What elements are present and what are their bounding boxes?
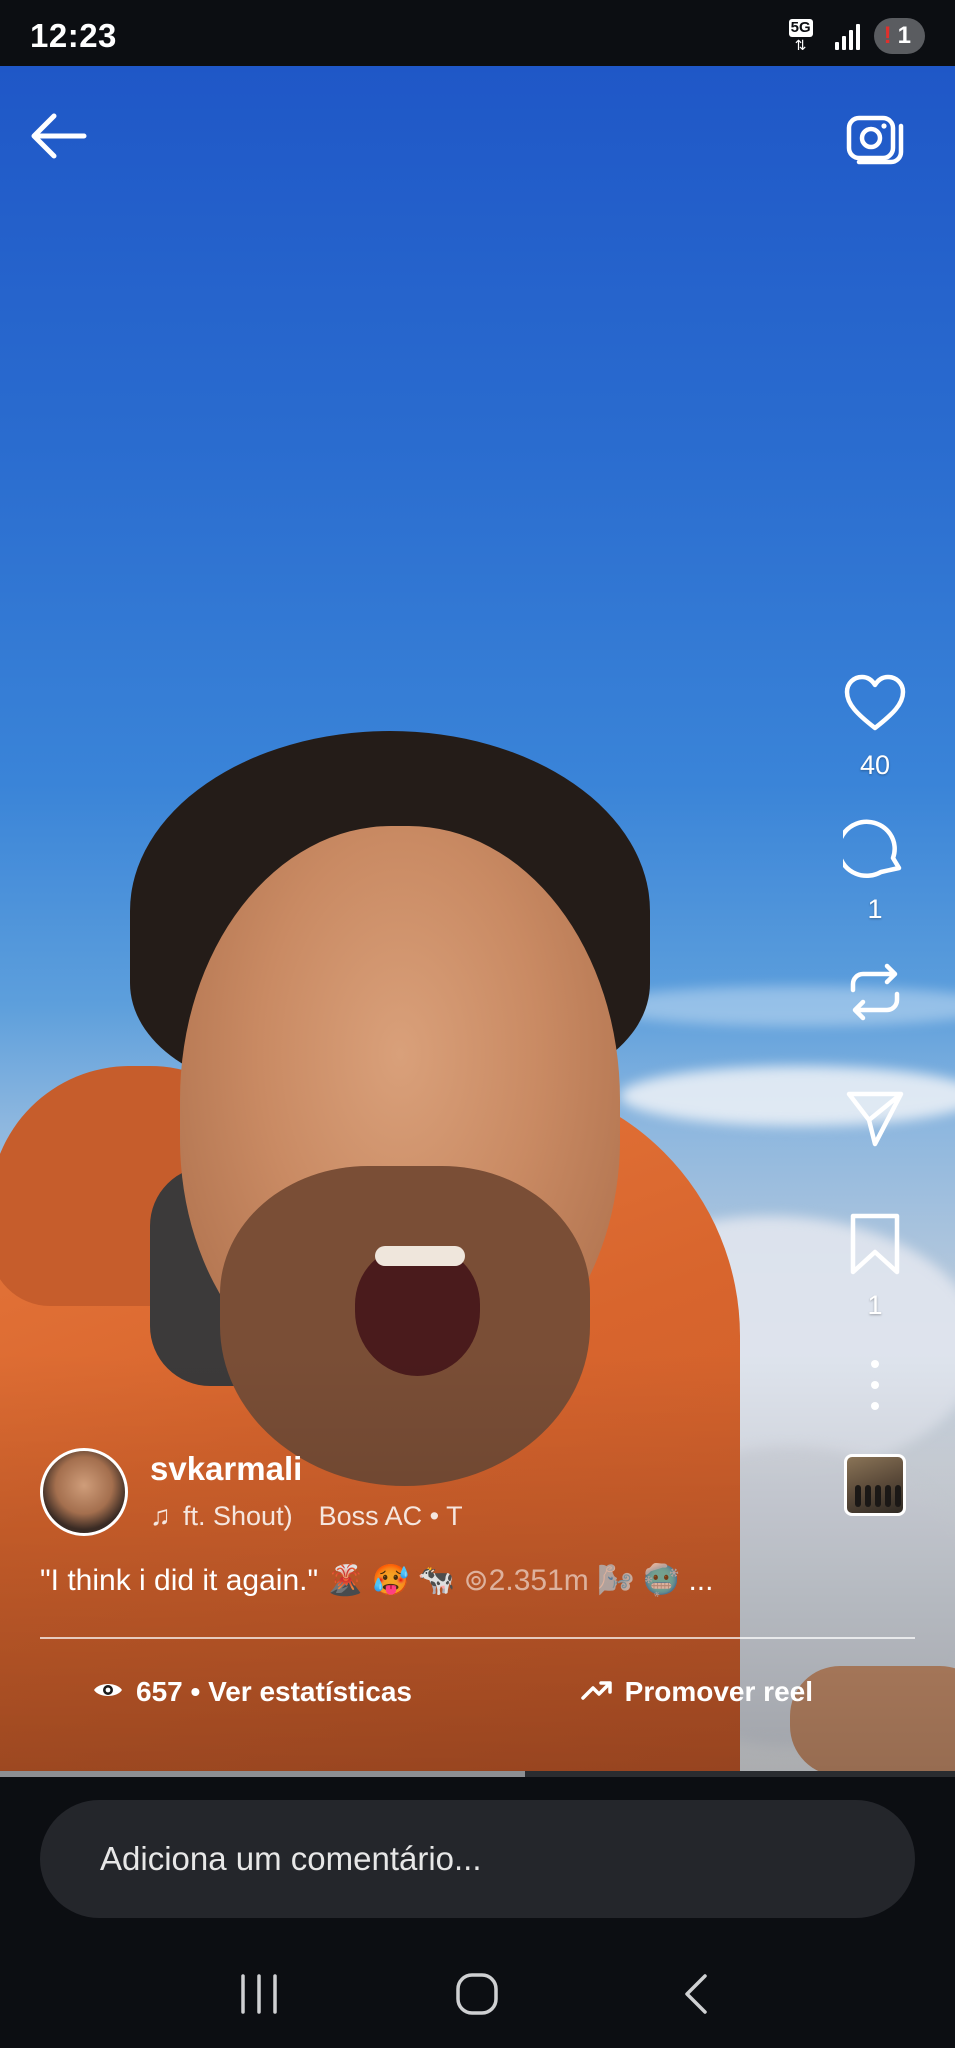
notification-count: 1 <box>897 22 911 49</box>
signal-icon <box>834 22 860 50</box>
comment-placeholder: Adiciona um comentário... <box>100 1840 482 1877</box>
audio-title: ft. Shout) <box>183 1500 293 1531</box>
status-icons: 5G ⇅ ! 1 <box>788 18 925 54</box>
eye-icon <box>92 1676 124 1708</box>
view-insights-button[interactable]: 657 • Ver estatísticas <box>92 1676 412 1708</box>
network-5g-icon: 5G ⇅ <box>788 19 821 53</box>
network-label: 5G <box>788 19 813 37</box>
save-count[interactable]: 1 <box>867 1290 882 1322</box>
action-column: 40 1 1 <box>833 672 917 1516</box>
recents-icon[interactable] <box>229 1964 289 2024</box>
trending-up-icon <box>580 1676 613 1708</box>
comment-count[interactable]: 1 <box>867 894 882 926</box>
username[interactable]: svkarmali <box>150 1450 302 1488</box>
more-vertical-icon[interactable] <box>865 1360 885 1410</box>
like-count[interactable]: 40 <box>860 750 890 782</box>
notification-badge: ! 1 <box>873 18 925 54</box>
promote-reel-button[interactable]: Promover reel <box>580 1676 813 1708</box>
camera-icon[interactable] <box>845 108 905 168</box>
status-bar: 12:23 5G ⇅ ! 1 <box>0 0 955 66</box>
divider <box>40 1637 915 1639</box>
home-icon[interactable] <box>447 1964 507 2024</box>
caption-text-faded: ⊚2.351m 🌬️ 🥶 <box>463 1564 681 1597</box>
teeth <box>375 1246 465 1266</box>
caption[interactable]: "I think i did it again." 🌋 🥵 🐄 ⊚2.351m … <box>40 1563 810 1598</box>
system-nav-bar <box>0 1940 955 2048</box>
music-note-icon: ♫ <box>150 1500 171 1531</box>
reel-video[interactable] <box>0 66 955 1773</box>
avatar[interactable] <box>40 1448 128 1536</box>
heart-icon[interactable] <box>843 672 907 736</box>
caption-more[interactable]: ... <box>688 1564 713 1597</box>
promote-label: Promover reel <box>624 1676 813 1707</box>
caption-text: "I think i did it again." 🌋 🥵 🐄 <box>40 1564 456 1597</box>
back-arrow-icon[interactable] <box>30 110 88 162</box>
data-arrows-icon: ⇅ <box>794 37 807 53</box>
nav-back-icon[interactable] <box>666 1964 726 2024</box>
repost-icon[interactable] <box>843 960 907 1024</box>
bookmark-icon[interactable] <box>843 1212 907 1276</box>
send-icon[interactable] <box>843 1086 907 1150</box>
audio-artist: Boss AC • T <box>318 1500 463 1531</box>
audio-thumbnail[interactable] <box>844 1454 906 1516</box>
alert-icon: ! <box>883 22 892 49</box>
comment-input[interactable]: Adiciona um comentário... <box>40 1800 915 1918</box>
audio-row[interactable]: ♫ ft. Shout) Boss AC • T <box>150 1500 463 1532</box>
view-insights-label: 657 • Ver estatísticas <box>136 1676 412 1707</box>
comment-icon[interactable] <box>836 816 907 880</box>
status-time: 12:23 <box>30 17 117 54</box>
